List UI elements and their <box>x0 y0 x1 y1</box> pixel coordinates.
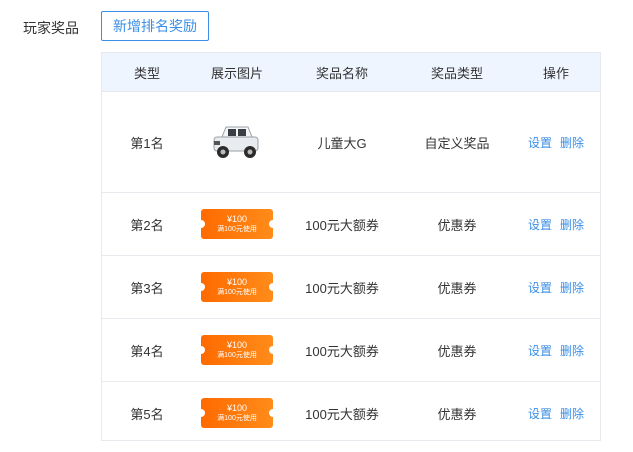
header-type: 类型 <box>133 65 160 81</box>
delete-link[interactable]: 删除 <box>560 279 584 296</box>
rank-cell: 第2名 <box>130 217 164 233</box>
field-label: 玩家奖品 <box>23 20 79 36</box>
set-link[interactable]: 设置 <box>528 342 552 359</box>
delete-link[interactable]: 删除 <box>560 405 584 422</box>
rank-cell: 第1名 <box>130 135 164 151</box>
prize-image-cell: ¥100 满100元使用 <box>192 209 282 239</box>
actions-cell: 设置 删除 <box>512 134 600 151</box>
coupon-amount: ¥100 <box>226 277 248 287</box>
prize-name-cell: 100元大额券 <box>305 217 379 233</box>
set-link[interactable]: 设置 <box>528 279 552 296</box>
prize-image-cell: ¥100 满100元使用 <box>192 335 282 365</box>
coupon-condition: 满100元使用 <box>217 226 257 233</box>
coupon-image: ¥100 满100元使用 <box>197 398 277 428</box>
header-prize-name: 奖品名称 <box>315 65 368 81</box>
coupon-amount: ¥100 <box>226 214 248 224</box>
coupon-amount: ¥100 <box>226 340 248 350</box>
prize-type-cell: 自定义奖品 <box>424 135 490 151</box>
delete-link[interactable]: 删除 <box>560 134 584 151</box>
header-prize-type: 奖品类型 <box>430 65 483 81</box>
coupon-image: ¥100 满100元使用 <box>197 272 277 302</box>
header-actions: 操作 <box>542 65 569 81</box>
coupon-amount: ¥100 <box>226 403 248 413</box>
prize-name-cell: 100元大额券 <box>305 280 379 296</box>
actions-cell: 设置 删除 <box>512 216 600 233</box>
header-image: 展示图片 <box>210 65 263 81</box>
table-row: 第3名 ¥100 满100元使用 100元大额券 优惠券 设置 删除 <box>102 256 600 319</box>
prize-name-cell: 儿童大G <box>317 135 367 151</box>
rank-cell: 第5名 <box>130 406 164 422</box>
prize-name-cell: 100元大额券 <box>305 343 379 359</box>
prize-type-cell: 优惠券 <box>437 343 477 359</box>
set-link[interactable]: 设置 <box>528 216 552 233</box>
delete-link[interactable]: 删除 <box>560 216 584 233</box>
coupon-condition: 满100元使用 <box>217 352 257 359</box>
prize-type-cell: 优惠券 <box>437 280 477 296</box>
coupon-image: ¥100 满100元使用 <box>197 209 277 239</box>
actions-cell: 设置 删除 <box>512 342 600 359</box>
prize-type-cell: 优惠券 <box>437 217 477 233</box>
delete-link[interactable]: 删除 <box>560 342 584 359</box>
rank-cell: 第4名 <box>130 343 164 359</box>
rank-cell: 第3名 <box>130 280 164 296</box>
actions-cell: 设置 删除 <box>512 405 600 422</box>
prize-image-cell: ¥100 满100元使用 <box>192 272 282 302</box>
prize-image-cell <box>192 123 282 161</box>
table-row: 第2名 ¥100 满100元使用 100元大额券 优惠券 设置 删除 <box>102 193 600 256</box>
reward-table: 类型 展示图片 奖品名称 奖品类型 操作 第1名 儿童大G 自定义奖品 设置 删… <box>101 52 601 441</box>
prize-name-cell: 100元大额券 <box>305 406 379 422</box>
set-link[interactable]: 设置 <box>528 405 552 422</box>
coupon-image: ¥100 满100元使用 <box>197 335 277 365</box>
table-row: 第5名 ¥100 满100元使用 100元大额券 优惠券 设置 删除 <box>102 382 600 444</box>
prize-type-cell: 优惠券 <box>437 406 477 422</box>
set-link[interactable]: 设置 <box>528 134 552 151</box>
table-row: 第1名 儿童大G 自定义奖品 设置 删除 <box>102 92 600 193</box>
toy-car-image <box>210 123 264 161</box>
add-rank-reward-button[interactable]: 新增排名奖励 <box>101 11 209 41</box>
coupon-condition: 满100元使用 <box>217 415 257 422</box>
coupon-condition: 满100元使用 <box>217 289 257 296</box>
prize-image-cell: ¥100 满100元使用 <box>192 398 282 428</box>
actions-cell: 设置 删除 <box>512 279 600 296</box>
table-row: 第4名 ¥100 满100元使用 100元大额券 优惠券 设置 删除 <box>102 319 600 382</box>
table-header: 类型 展示图片 奖品名称 奖品类型 操作 <box>102 53 600 92</box>
